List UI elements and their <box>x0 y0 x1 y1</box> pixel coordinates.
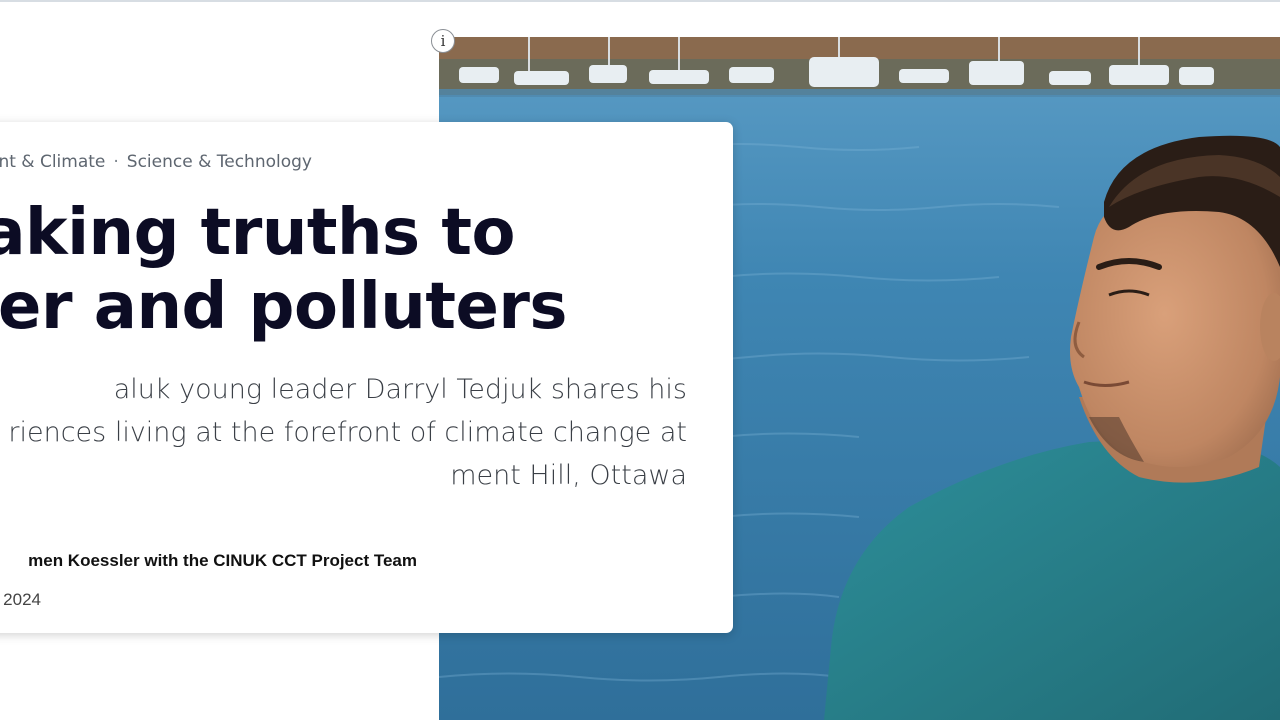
topic-separator: · <box>113 152 119 172</box>
article-date: 2024 <box>3 590 41 609</box>
article-subtitle-line: riences living at the forefront of clima… <box>8 417 687 448</box>
topic-tags: ent & Climate · Science & Technology <box>0 152 312 172</box>
article-title: eaking truths to wer and polluters <box>0 196 567 344</box>
topic-link-science-technology[interactable]: Science & Technology <box>127 152 312 172</box>
article-byline: men Koessler with the CINUK CCT Project … <box>28 551 417 570</box>
article-header-card: ent & Climate · Science & Technology eakin… <box>0 122 733 633</box>
topic-link-environment-climate[interactable]: ent & Climate <box>0 152 105 172</box>
top-divider <box>0 0 1280 2</box>
image-info-button[interactable]: i <box>431 29 455 53</box>
article-title-line: eaking truths to <box>0 196 515 270</box>
article-subtitle: aluk young leader Darryl Tedjuk shares h… <box>0 368 687 497</box>
article-page: i ent & Climate · Science & Technology eak… <box>0 0 1280 720</box>
article-title-line: wer and polluters <box>0 270 567 344</box>
article-subtitle-line: aluk young leader Darryl Tedjuk shares h… <box>113 374 687 405</box>
article-subtitle-line: ment Hill, Ottawa <box>450 460 687 491</box>
